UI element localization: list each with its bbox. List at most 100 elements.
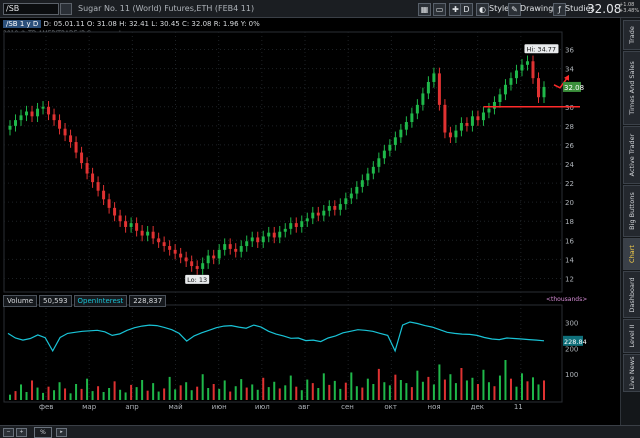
open-interest-value: 228,837 [129,295,167,307]
candle-body [190,261,194,267]
candle-body [393,137,397,145]
volume-bar [322,373,325,400]
volume-bar [262,377,265,400]
volume-bar [295,386,298,400]
candle-body [85,163,89,174]
tab-trade[interactable]: Trade [623,20,640,50]
y-tick-label: 20 [565,199,574,207]
candle-body [217,249,221,259]
candle-body [58,120,62,129]
volume-bar [229,391,232,400]
volume-bar [251,384,254,400]
volume-bar [454,383,457,400]
candle-body [36,108,40,117]
volume-units: <thousands> [546,296,588,303]
last-price-badge-text: 32.08 [564,84,584,92]
candle-body [267,232,271,237]
candle-body [124,221,128,227]
volume-bar [278,388,281,400]
candle-body [74,142,78,153]
x-tick-label: сен [341,403,354,411]
candle-body [206,255,210,264]
volume-bar [157,391,160,400]
volume-bar [124,392,127,400]
volume-bar [537,384,540,400]
price-chart[interactable]: 12141618202224262830323436февмарапрмайию… [0,0,620,425]
candle-body [305,218,309,222]
volume-bar [300,390,303,400]
volume-bar [344,382,347,400]
candle-body [52,114,56,121]
right-sidebar: Trade Times And Sales Active Trader Big … [620,18,640,425]
candle-body [333,205,337,210]
candle-body [173,249,177,254]
volume-bar [443,379,446,400]
volume-bar [97,386,100,400]
volume-bar [487,382,490,400]
x-tick-label: ноя [428,403,441,411]
volume-bar [223,380,226,400]
tab-big-buttons[interactable]: Big Buttons [623,185,640,237]
scroll-right-icon[interactable]: ▸ [56,428,67,437]
y-tick-label: 30 [565,104,574,112]
volume-bar [377,368,380,400]
candle-body [195,266,199,269]
y-tick-label: 14 [565,256,574,264]
candle-body [498,94,502,102]
candle-body [80,152,84,164]
y-tick-label: 28 [565,123,574,131]
candle-body [426,81,430,94]
candle-body [514,70,518,79]
x-tick-label: дек [471,403,484,411]
volume-bar [135,387,138,400]
zoom-out-icon[interactable]: − [3,428,14,437]
candle-body [69,135,73,143]
volume-bar [207,388,210,400]
zoom-percent-field[interactable]: % [34,427,52,438]
volume-bar [91,391,94,400]
tab-chart[interactable]: Chart [623,238,640,270]
volume-bar [141,380,144,400]
volume-bar [465,380,468,400]
tab-active-trader[interactable]: Active Trader [623,126,640,184]
candle-body [261,236,265,243]
candle-body [30,111,34,117]
volume-bar [543,380,545,400]
volume-bar [328,384,331,400]
volume-bar [234,386,237,400]
x-tick-label: апр [125,403,139,411]
volume-bar [196,386,199,400]
volume-bar [42,392,45,400]
candle-body [140,230,144,236]
volume-bar [526,381,529,400]
volume-bar [146,390,149,400]
volume-panel-header: Volume 50,593 OpenInterest 228,837 [3,295,168,307]
candle-body [355,186,359,194]
volume-bar [410,387,413,400]
volume-bar [190,390,193,400]
candle-body [91,173,95,183]
volume-bar [421,381,424,400]
volume-label: Volume [3,295,38,307]
candle-body [366,173,370,181]
volume-bar [53,390,56,400]
x-tick-label: мар [82,403,97,411]
volume-bar [75,384,78,400]
volume-bar [366,378,369,400]
tab-times-and-sales[interactable]: Times And Sales [623,51,640,125]
candle-body [19,115,23,121]
zoom-in-icon[interactable]: + [16,428,27,437]
volume-bar [460,368,463,400]
volume-bar [36,387,39,400]
candle-body [289,223,293,229]
candle-body [212,255,216,259]
tab-level-ii[interactable]: Level II [623,319,640,353]
volume-bar [498,375,501,400]
candle-body [179,253,183,258]
candle-body [272,232,276,238]
y-tick-label: 36 [565,47,574,55]
tab-dashboard[interactable]: Dashboard [623,271,640,318]
tab-live-news[interactable]: Live News [623,354,640,392]
candle-body [47,106,51,115]
candle-body [465,122,469,126]
